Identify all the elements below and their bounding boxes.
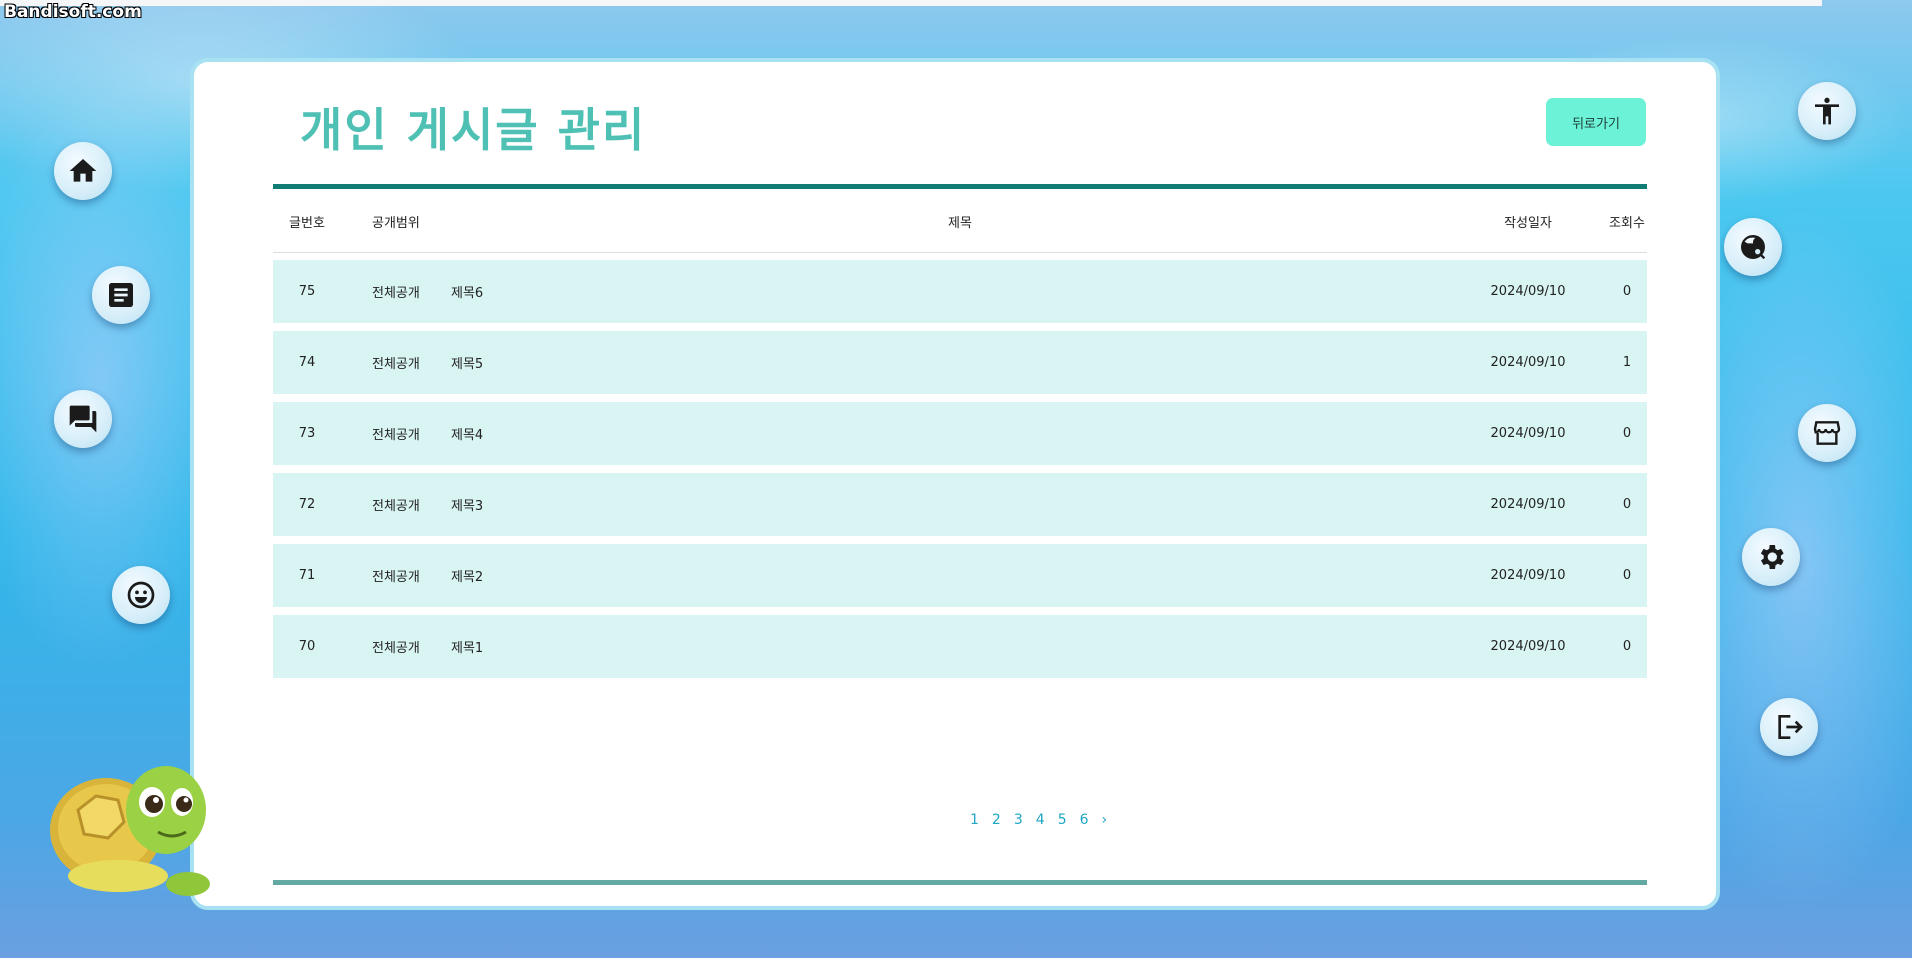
table-row[interactable]: 74 전체공개 제목5 2024/09/10 1: [273, 331, 1647, 394]
table-top-rule: [273, 184, 1647, 189]
row-scope: 전체공개: [372, 286, 420, 301]
row-scope: 전체공개: [372, 641, 420, 656]
row-views: 0: [1622, 426, 1632, 441]
header-views: 조회수: [1609, 215, 1645, 231]
page-link[interactable]: 6: [1080, 812, 1089, 828]
row-title[interactable]: 제목2: [451, 544, 483, 607]
row-scope: 전체공개: [372, 357, 420, 372]
page-link[interactable]: 4: [1036, 812, 1045, 828]
table-row[interactable]: 71 전체공개 제목2 2024/09/10 0: [273, 544, 1647, 607]
row-date: 2024/09/10: [1490, 568, 1566, 583]
table-row[interactable]: 70 전체공개 제목1 2024/09/10 0: [273, 615, 1647, 678]
row-views: 0: [1622, 568, 1632, 583]
row-title[interactable]: 제목4: [451, 402, 483, 465]
settings-button[interactable]: [1742, 528, 1800, 586]
article-icon: [109, 283, 133, 307]
chat-icon: [69, 405, 97, 433]
row-number: 72: [298, 497, 316, 512]
row-number: 71: [298, 568, 316, 583]
row-scope: 전체공개: [372, 499, 420, 514]
row-number: 75: [298, 284, 316, 299]
watermark: Bandisoft.com: [4, 2, 142, 22]
home-icon: [69, 159, 97, 182]
row-title[interactable]: 제목5: [451, 331, 483, 394]
pagination: 1 2 3 4 5 6 ›: [970, 812, 1107, 828]
emoji-button[interactable]: [112, 566, 170, 624]
row-title[interactable]: 제목3: [451, 473, 483, 536]
turtle-mascot: [50, 766, 210, 896]
page-link[interactable]: 1: [970, 812, 979, 828]
accessibility-icon: [1815, 97, 1839, 125]
row-date: 2024/09/10: [1490, 355, 1566, 370]
page-link[interactable]: 5: [1058, 812, 1067, 828]
row-date: 2024/09/10: [1490, 426, 1566, 441]
accessibility-button[interactable]: [1798, 82, 1856, 140]
table-header: 글번호 공개범위 제목 작성일자 조회수: [273, 190, 1647, 253]
row-views: 0: [1622, 639, 1632, 654]
back-button[interactable]: 뒤로가기: [1546, 98, 1646, 146]
store-icon: [1813, 421, 1841, 445]
gear-icon: [1760, 545, 1784, 569]
table-bottom-rule: [273, 880, 1647, 885]
row-title[interactable]: 제목6: [451, 260, 483, 323]
board-button[interactable]: [92, 266, 150, 324]
page-link[interactable]: 2: [992, 812, 1001, 828]
row-views: 1: [1622, 355, 1632, 370]
page-title: 개인 게시글 관리: [300, 103, 647, 157]
header-date: 작성일자: [1504, 215, 1552, 231]
row-scope: 전체공개: [372, 428, 420, 443]
browser-top-strip: [0, 0, 1822, 6]
row-title[interactable]: 제목1: [451, 615, 483, 678]
page-link[interactable]: 3: [1014, 812, 1023, 828]
travel-explore-icon: [1740, 235, 1766, 260]
row-views: 0: [1622, 284, 1632, 299]
row-views: 0: [1622, 497, 1632, 512]
header-title: 제목: [948, 215, 972, 231]
smiley-icon: [127, 581, 155, 609]
logout-button[interactable]: [1760, 698, 1818, 756]
row-number: 70: [298, 639, 316, 654]
explore-button[interactable]: [1724, 218, 1782, 276]
logout-icon: [1778, 715, 1803, 739]
row-number: 73: [298, 426, 316, 441]
table-row[interactable]: 73 전체공개 제목4 2024/09/10 0: [273, 402, 1647, 465]
table-row[interactable]: 72 전체공개 제목3 2024/09/10 0: [273, 473, 1647, 536]
store-button[interactable]: [1798, 404, 1856, 462]
row-number: 74: [298, 355, 316, 370]
row-date: 2024/09/10: [1490, 497, 1566, 512]
row-date: 2024/09/10: [1490, 284, 1566, 299]
next-page-link[interactable]: ›: [1102, 812, 1108, 828]
row-date: 2024/09/10: [1490, 639, 1566, 654]
chat-button[interactable]: [54, 390, 112, 448]
row-scope: 전체공개: [372, 570, 420, 585]
table-row[interactable]: 75 전체공개 제목6 2024/09/10 0: [273, 260, 1647, 323]
home-button[interactable]: [54, 142, 112, 200]
